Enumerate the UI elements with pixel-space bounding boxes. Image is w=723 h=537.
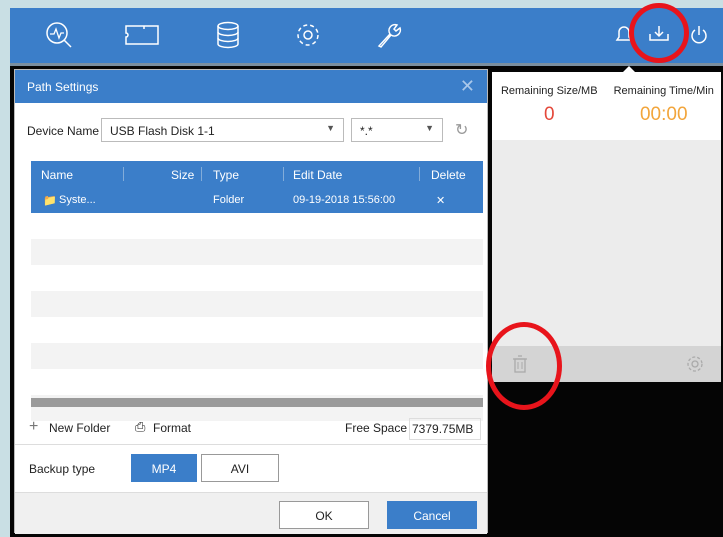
table-row-empty	[31, 239, 483, 265]
backup-type-mp4[interactable]: MP4	[131, 454, 197, 482]
power-icon[interactable]	[687, 20, 711, 50]
column-separator	[419, 167, 420, 181]
table-row-empty	[31, 291, 483, 317]
column-separator	[201, 167, 202, 181]
table-row[interactable]: 📁 Syste... Folder 09-19-2018 15:56:00 ✕	[31, 187, 483, 213]
delete-icon[interactable]: ✕	[436, 194, 445, 207]
dialog-footer: OK Cancel	[15, 492, 487, 534]
divider	[15, 444, 487, 445]
device-name-label: Device Name	[27, 124, 100, 138]
dialog-title: Path Settings	[27, 80, 99, 94]
backup-type-label: Backup type	[29, 462, 96, 476]
playback-icon[interactable]	[122, 20, 162, 50]
row-type: Folder	[213, 194, 245, 206]
toolbar-divider	[10, 63, 723, 66]
file-filter-select[interactable]: *.* ▼	[351, 118, 443, 142]
device-row: Device Name USB Flash Disk 1-1 ▼ *.* ▼ ↻	[15, 118, 487, 142]
row-name: Syste...	[59, 194, 96, 206]
action-row: + New Folder ⎙ Format Free Space 7379.75…	[15, 418, 487, 440]
column-separator	[283, 167, 284, 181]
dialog-title-bar: Path Settings ✕	[15, 70, 487, 103]
table-row-empty	[31, 343, 483, 369]
maintenance-wrench-icon[interactable]	[374, 20, 404, 50]
top-toolbar	[10, 8, 723, 63]
horizontal-scrollbar[interactable]	[31, 398, 483, 407]
folder-icon: 📁	[43, 195, 57, 207]
column-header-delete: Delete	[431, 168, 466, 182]
column-separator	[123, 167, 124, 181]
column-header-edit-date: Edit Date	[293, 168, 343, 182]
path-settings-dialog: Path Settings ✕ Device Name USB Flash Di…	[14, 69, 488, 534]
table-row-empty	[31, 213, 483, 239]
table-header: Name Size Type Edit Date Delete	[31, 161, 483, 187]
table-row-empty	[31, 369, 483, 395]
column-header-type: Type	[213, 168, 240, 182]
ok-button[interactable]: OK	[279, 501, 369, 529]
cancel-button[interactable]: Cancel	[387, 501, 477, 529]
highlight-circle-download	[629, 3, 689, 63]
format-icon[interactable]: ⎙	[135, 419, 145, 435]
column-header-name: Name	[41, 168, 74, 182]
remaining-time-column: Remaining Time/Min 00:00	[607, 72, 722, 140]
format-button[interactable]: Format	[153, 421, 191, 435]
device-name-select[interactable]: USB Flash Disk 1-1 ▼	[101, 118, 344, 142]
table-row-empty	[31, 265, 483, 291]
row-edit-date: 09-19-2018 15:56:00	[293, 194, 396, 206]
free-space-value: 7379.75MB	[409, 418, 481, 440]
plus-icon[interactable]: +	[29, 418, 38, 436]
remaining-size-value: 0	[543, 104, 555, 125]
gear-icon[interactable]	[686, 355, 704, 373]
live-view-icon[interactable]	[44, 20, 74, 50]
storage-icon[interactable]	[213, 20, 243, 50]
highlight-circle-trash	[486, 322, 562, 410]
remaining-time-header: Remaining Time/Min	[613, 85, 714, 97]
refresh-icon[interactable]: ↻	[455, 120, 468, 140]
table-row-empty	[31, 317, 483, 343]
free-space-label: Free Space	[345, 421, 408, 435]
close-icon[interactable]: ✕	[460, 77, 475, 95]
column-header-size: Size	[171, 168, 195, 182]
remaining-time-value: 00:00	[639, 104, 688, 125]
new-folder-button[interactable]: New Folder	[49, 421, 110, 435]
chevron-down-icon: ▼	[425, 123, 434, 133]
settings-gear-icon[interactable]	[293, 20, 323, 50]
device-name-value: USB Flash Disk 1-1	[110, 124, 215, 138]
remaining-size-column: Remaining Size/MB 0	[492, 72, 607, 140]
file-filter-value: *.*	[360, 124, 373, 138]
chevron-down-icon: ▼	[326, 123, 335, 133]
backup-type-row: Backup type MP4 AVI	[15, 454, 487, 482]
backup-type-avi[interactable]: AVI	[201, 454, 279, 482]
remaining-size-header: Remaining Size/MB	[500, 85, 598, 97]
